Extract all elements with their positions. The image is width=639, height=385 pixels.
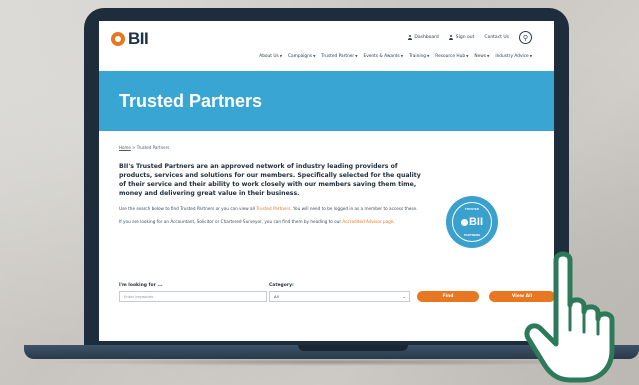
- find-button[interactable]: Find: [417, 291, 479, 302]
- search-button[interactable]: ⚲: [519, 31, 532, 44]
- nav-item-training[interactable]: Training▼: [409, 54, 429, 59]
- caret-down-icon: ▼: [313, 54, 316, 58]
- badge-top-text: TRUSTED: [464, 207, 480, 211]
- nav-item-events[interactable]: Events & Awards▼: [364, 54, 404, 59]
- search-instructions: Use the search below to find Trusted Par…: [119, 206, 418, 211]
- accredited-advisor-text: If you are looking for an Accountant, So…: [119, 218, 395, 224]
- accredited-advisor-link[interactable]: Accredited Advisor page: [342, 219, 393, 224]
- category-select[interactable]: All ⌄: [269, 291, 410, 302]
- breadcrumb-current: Trusted Partners: [136, 145, 170, 150]
- caret-down-icon: ▼: [529, 54, 532, 58]
- caret-down-icon: ▼: [466, 54, 469, 58]
- page-title: Trusted Partners: [119, 91, 263, 111]
- category-label: Category:: [269, 283, 294, 288]
- caret-down-icon: ▼: [279, 54, 283, 58]
- caret-down-icon: ▼: [400, 54, 404, 58]
- caret-down-icon: ▼: [426, 54, 430, 58]
- search-icon: ⚲: [522, 33, 529, 42]
- logo-text: BII: [128, 29, 149, 48]
- main-nav: About Us▼ Campaigns▼ Trusted Partner▼ Ev…: [259, 54, 532, 59]
- dashboard-link[interactable]: Dashboard: [407, 35, 439, 40]
- site-header: BII Dashboard Sign out Contact Us ⚲ Abou…: [99, 21, 554, 71]
- dashboard-label: Dashboard: [414, 35, 439, 40]
- contact-label: Contact Us: [484, 35, 509, 40]
- badge-center-text: BII: [468, 216, 484, 228]
- nav-item-news[interactable]: News▼: [474, 54, 489, 59]
- contact-link[interactable]: Contact Us: [484, 35, 509, 40]
- laptop-screen: BII Dashboard Sign out Contact Us ⚲ Abou…: [99, 21, 554, 341]
- category-value: All: [274, 294, 279, 299]
- person-icon: [449, 35, 454, 40]
- caret-down-icon: ▼: [355, 54, 358, 58]
- breadcrumb: Home > Trusted Partners: [119, 145, 534, 150]
- nav-item-campaigns[interactable]: Campaigns▼: [288, 54, 315, 59]
- sign-out-label: Sign out: [455, 35, 475, 40]
- badge-bottom-text: PARTNERS: [463, 233, 481, 237]
- caret-down-icon: ▼: [487, 54, 490, 58]
- sign-out-link[interactable]: Sign out: [449, 35, 475, 40]
- bii-logo[interactable]: BII: [111, 29, 149, 49]
- breadcrumb-separator: >: [132, 145, 136, 150]
- trusted-partners-link[interactable]: Trusted Partners: [256, 206, 290, 211]
- breadcrumb-home[interactable]: Home: [119, 145, 131, 150]
- gear-icon: [460, 218, 468, 226]
- nav-item-industry-advice[interactable]: Industry Advice▼: [495, 54, 532, 59]
- nav-item-about[interactable]: About Us▼: [259, 54, 282, 59]
- trusted-partner-badge: TRUSTED BII PARTNERS: [446, 196, 498, 248]
- intro-text: BII's Trusted Partners are an approved n…: [119, 163, 421, 197]
- nav-item-resource-hub[interactable]: Resource Hub▼: [435, 54, 468, 59]
- person-icon: [407, 35, 412, 40]
- chevron-down-icon: ⌄: [402, 294, 406, 299]
- laptop-notch: [298, 345, 408, 351]
- logo-mark-icon: [111, 32, 125, 46]
- hero-banner: Trusted Partners: [99, 71, 554, 131]
- hand-pointer-icon: [524, 251, 615, 383]
- nav-item-trusted-partner[interactable]: Trusted Partner▼: [321, 54, 357, 59]
- utility-nav: Dashboard Sign out Contact Us ⚲: [407, 31, 532, 44]
- keywords-input[interactable]: Enter keywords: [119, 291, 267, 302]
- looking-for-label: I'm looking for ...: [119, 283, 163, 288]
